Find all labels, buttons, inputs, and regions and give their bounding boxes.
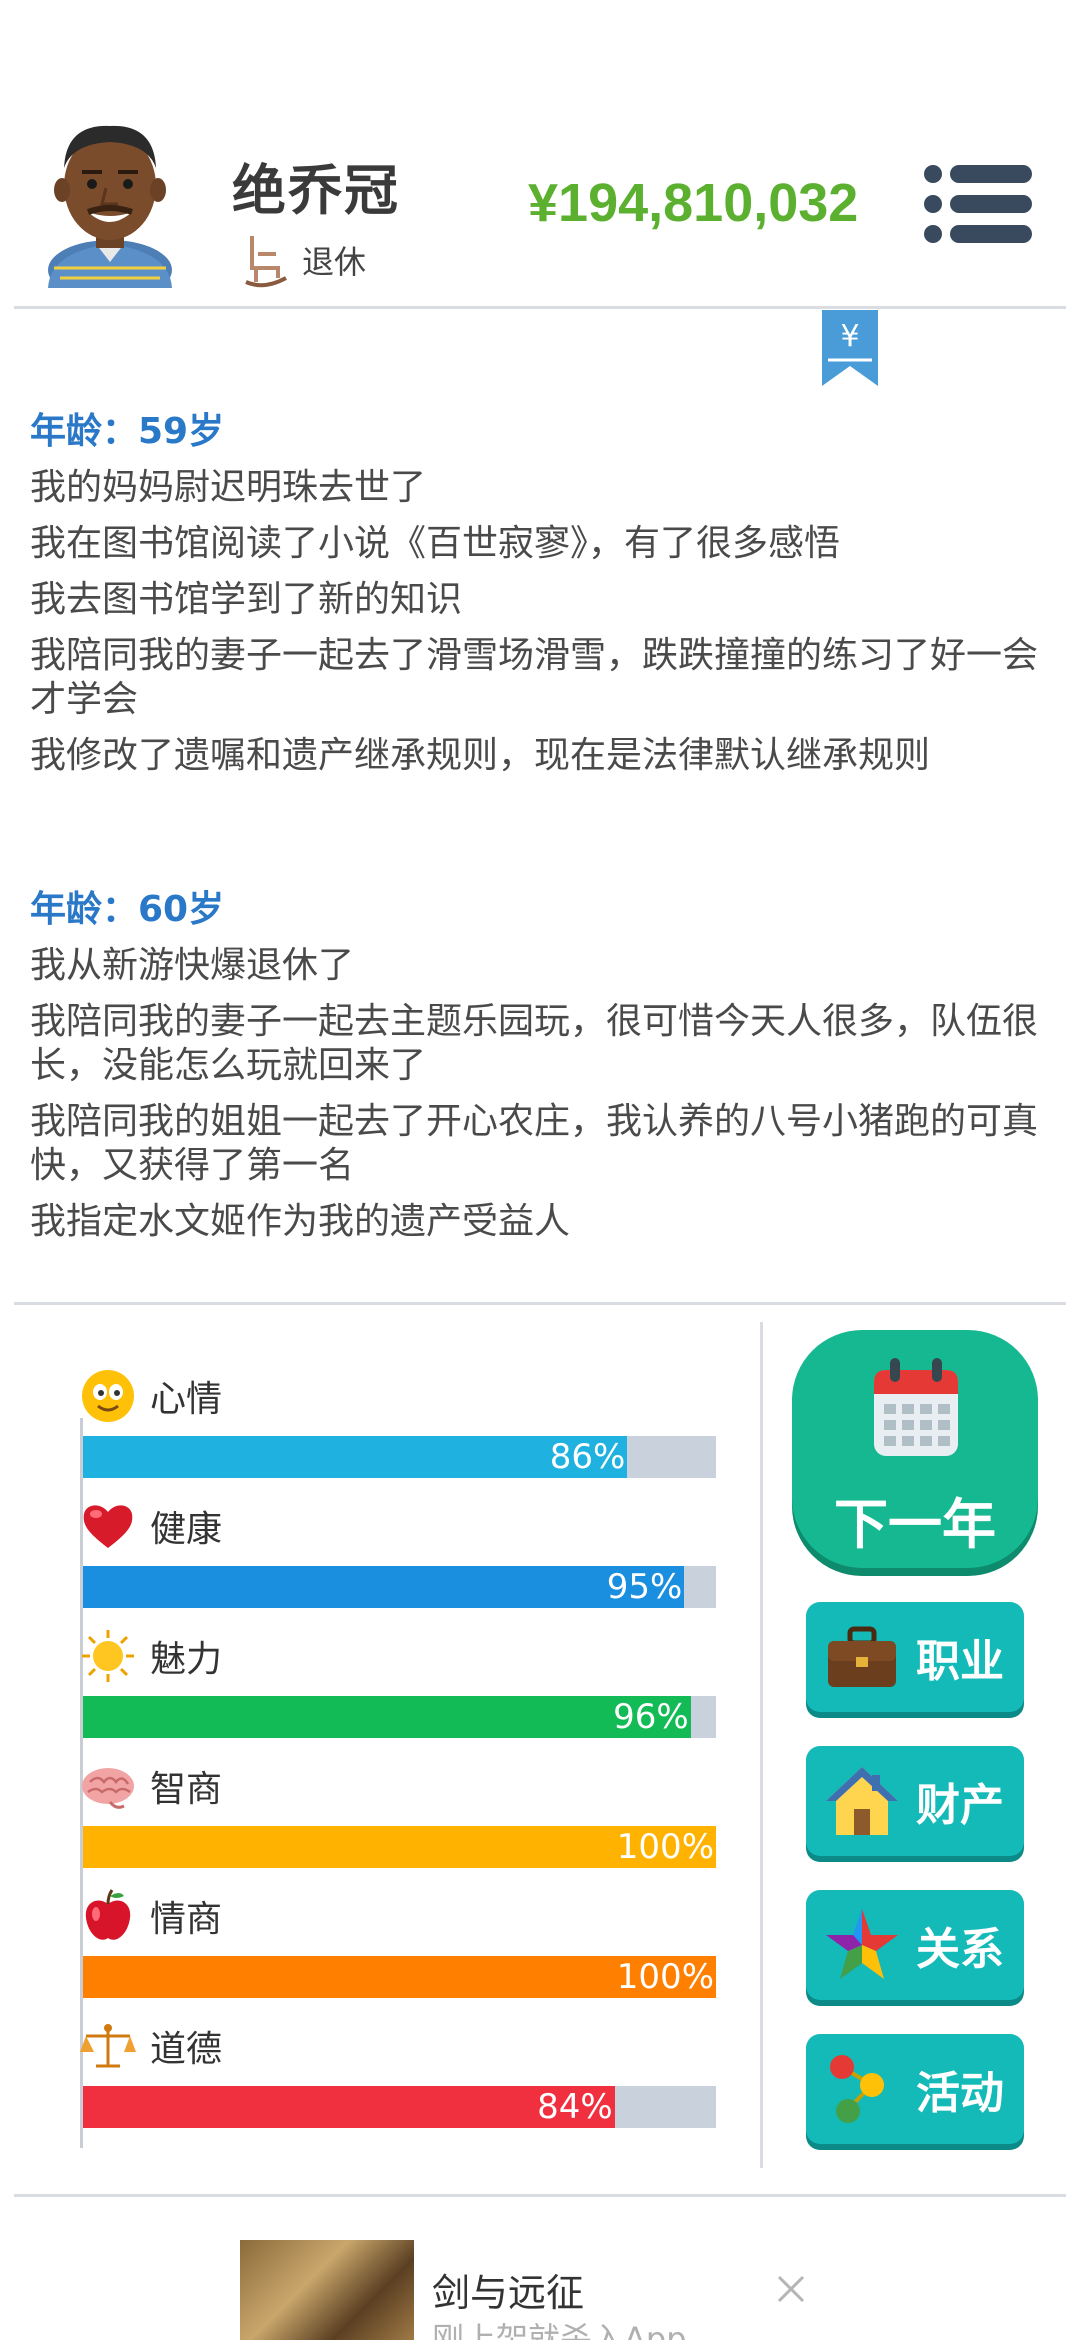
activity-dots-icon — [830, 2055, 884, 2123]
career-button[interactable]: 职业 — [806, 1602, 1024, 1712]
next-year-button[interactable]: 下一年 — [792, 1330, 1038, 1568]
stat-label: 道德 — [150, 2029, 223, 2070]
stat-percent: 96% — [613, 1697, 689, 1737]
header-divider — [14, 306, 1066, 309]
age-heading: 年龄：59岁 — [30, 411, 225, 452]
stat-iq: 智商 100% — [80, 1756, 716, 1886]
stat-bar-track: 95% — [83, 1566, 716, 1608]
log-entry: 我陪同我的妻子一起去了滑雪场滑雪，跌跌撞撞的练习了好一会才学会 — [30, 635, 1039, 720]
scales-icon — [80, 2024, 136, 2068]
stat-label: 健康 — [150, 1509, 223, 1550]
log-entry: 我在图书馆阅读了小说《百世寂寥》，有了很多感悟 — [30, 523, 841, 564]
stat-label: 魅力 — [150, 1639, 223, 1680]
header: 绝乔冠 退休 ¥194,810,032 — [0, 0, 1080, 308]
apple-icon — [85, 1889, 131, 1940]
stat-bar-track: 100% — [83, 1956, 716, 1998]
stat-percent: 95% — [606, 1567, 683, 1607]
menu-icon[interactable] — [924, 164, 1032, 244]
stat-bar-track: 86% — [83, 1436, 716, 1478]
stat-bar-track: 96% — [83, 1696, 716, 1738]
smiley-face-icon — [82, 1370, 134, 1422]
svg-text:¥: ¥ — [840, 319, 859, 354]
stat-bar-fill: 95% — [83, 1566, 685, 1608]
stat-charm: 魅力 96% — [80, 1626, 716, 1756]
stat-bar-fill: 84% — [83, 2086, 615, 2128]
stat-bar-fill: 96% — [83, 1696, 691, 1738]
star-icon — [826, 1909, 898, 1979]
stat-bar-fill: 100% — [83, 1956, 716, 1998]
log-entry: 我从新游快爆退休了 — [30, 945, 355, 986]
log-entry: 我修改了遗嘱和遗产继承规则，现在是法律默认继承规则 — [30, 735, 931, 776]
career-label: 职业 — [916, 1636, 1004, 1687]
life-log-age-59: 年龄：59岁 我的妈妈尉迟明珠去世了 我在图书馆阅读了小说《百世寂寥》，有了很多… — [30, 402, 1050, 790]
stat-mood: 心情 86% — [80, 1366, 716, 1496]
activities-label: 活动 — [916, 2068, 1004, 2119]
avatar[interactable] — [36, 120, 184, 288]
money-balance: ¥194,810,032 — [528, 173, 859, 233]
money-bookmark-icon[interactable]: ¥ — [822, 310, 878, 386]
stat-percent: 100% — [616, 1957, 714, 1997]
property-label: 财产 — [916, 1780, 1004, 1831]
stat-bar-track: 100% — [83, 1826, 716, 1868]
stat-eq: 情商 100% — [80, 1886, 716, 2016]
stat-percent: 84% — [537, 2087, 613, 2127]
log-entry: 我指定水文姬作为我的遗产受益人 — [30, 1201, 571, 1242]
relations-button[interactable]: 关系 — [806, 1890, 1024, 2000]
relations-label: 关系 — [916, 1924, 1004, 1975]
property-button[interactable]: 财产 — [806, 1746, 1024, 1856]
activities-button[interactable]: 活动 — [806, 2034, 1024, 2144]
stat-bar-fill: 86% — [83, 1436, 628, 1478]
briefcase-icon — [828, 1626, 896, 1687]
stat-label: 智商 — [150, 1769, 223, 1810]
player-status: 退休 — [244, 232, 366, 288]
stat-morality: 道德 84% — [80, 2016, 716, 2146]
calendar-icon — [874, 1358, 958, 1456]
stat-health: 健康 95% — [80, 1496, 716, 1626]
age-heading: 年龄：60岁 — [30, 889, 225, 930]
ad-thumbnail[interactable] — [240, 2240, 414, 2340]
heart-icon — [83, 1505, 133, 1548]
stat-bar-fill: 100% — [83, 1826, 716, 1868]
ad-subtitle[interactable]: 刚上架就杀入App ... — [432, 2314, 727, 2340]
stat-bar-track: 84% — [83, 2086, 716, 2128]
ad-banner[interactable]: 剑与远征 刚上架就杀入App ... — [0, 2196, 1080, 2340]
house-icon — [826, 1767, 898, 1835]
log-divider — [14, 1302, 1066, 1305]
ad-title[interactable]: 剑与远征 — [432, 2262, 584, 2317]
status-label: 退休 — [302, 243, 367, 281]
brain-icon — [82, 1768, 134, 1809]
panel-divider — [760, 1322, 763, 2168]
stat-label: 心情 — [150, 1379, 223, 1420]
log-entry: 我陪同我的姐姐一起去了开心农庄，我认养的八号小猪跑的可真快，又获得了第一名 — [30, 1101, 1039, 1186]
sun-icon — [82, 1630, 134, 1682]
stat-label: 情商 — [150, 1899, 223, 1940]
log-entry: 我去图书馆学到了新的知识 — [30, 579, 463, 620]
next-year-label: 下一年 — [834, 1493, 996, 1556]
log-entry: 我的妈妈尉迟明珠去世了 — [30, 467, 427, 508]
life-log-age-60: 年龄：60岁 我从新游快爆退休了 我陪同我的妻子一起去主题乐园玩，很可惜今天人很… — [30, 880, 1050, 1256]
stat-percent: 86% — [549, 1437, 626, 1477]
log-entry: 我陪同我的妻子一起去主题乐园玩，很可惜今天人很多，队伍很长，没能怎么玩就回来了 — [30, 1001, 1039, 1086]
player-name: 绝乔冠 — [232, 159, 400, 222]
close-icon[interactable] — [776, 2274, 806, 2304]
rocking-chair-icon — [245, 236, 287, 288]
stat-percent: 100% — [616, 1827, 714, 1867]
